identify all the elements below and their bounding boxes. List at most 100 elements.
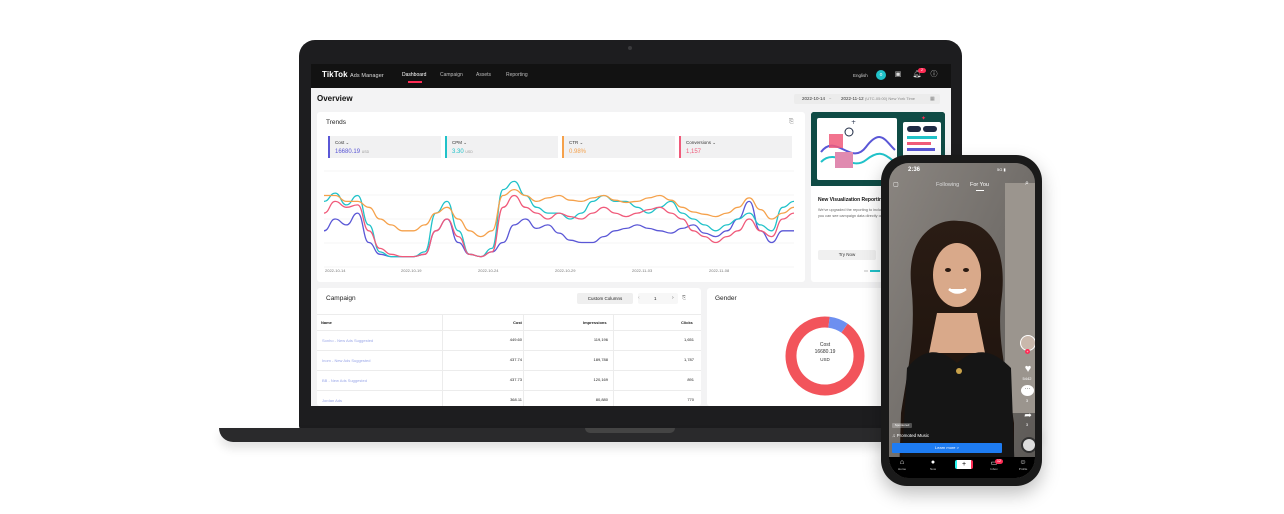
metric-conversions[interactable]: Conversions ⌄ 1,157: [679, 136, 792, 158]
search-icon[interactable]: ⌕: [1025, 180, 1029, 188]
cell-clicks: 770: [687, 397, 694, 402]
cell-impressions: 80,880: [595, 397, 608, 402]
campaign-card: [317, 288, 701, 406]
status-time: 2:36: [908, 167, 921, 173]
metric-label: CPM ⌄: [452, 140, 468, 145]
learn-more-button[interactable]: Learn more >: [892, 443, 1002, 453]
heart-icon[interactable]: ♥: [1020, 363, 1035, 375]
nav-home-label[interactable]: Home: [894, 467, 910, 471]
carousel-dot[interactable]: [864, 270, 868, 272]
avatar[interactable]: o: [876, 70, 886, 80]
comment-count: 3: [1025, 398, 1029, 403]
comment-icon[interactable]: ···: [1021, 385, 1034, 396]
date-start[interactable]: 2022-10-14: [802, 96, 825, 101]
tab-following[interactable]: Following: [936, 182, 959, 188]
briefcase-icon[interactable]: ▣: [893, 70, 903, 80]
campaign-name-link[interactable]: Inom - New Ads Suggested: [322, 358, 370, 363]
donut-center-value: 16680.19: [814, 349, 836, 355]
nav-inbox-label[interactable]: Inbox: [986, 467, 1002, 471]
music-disc-icon[interactable]: [1021, 437, 1035, 453]
tiktok-phone-screen: 2:36 5G ▮ ▢ Following For You ⌕ + ♥ 5442…: [889, 163, 1035, 478]
share-icon[interactable]: ➦: [1021, 410, 1035, 421]
date-end[interactable]: 2022-11-12: [841, 96, 864, 101]
follow-plus-icon[interactable]: +: [1025, 349, 1030, 354]
x-tick-label: 2022-10-14: [325, 268, 346, 273]
promo-title: New Visualization Reporting: [818, 197, 886, 203]
home-icon[interactable]: ⌂: [894, 459, 910, 466]
metric-value: 16680.19 USD: [335, 149, 370, 155]
metric-value: 0.98%: [569, 149, 587, 155]
ads-manager-screen: TikTok Ads Manager Dashboard Campaign As…: [311, 64, 951, 406]
timezone-label: (UTC-05:00) New York Time: [865, 96, 916, 101]
x-tick-label: 2022-10-29: [555, 268, 576, 273]
active-tab-indicator: [976, 190, 984, 191]
metric-color-bar: [328, 136, 330, 158]
cell-clicks: 891: [687, 377, 694, 382]
column-divider: [523, 314, 524, 406]
date-arrow-icon: ~: [829, 96, 832, 101]
sponsored-badge: Sponsored: [892, 423, 912, 428]
cell-cost: 368.11: [510, 397, 522, 402]
metric-color-bar: [562, 136, 564, 158]
donut-center-unit: USD: [820, 357, 830, 362]
column-header-cost[interactable]: Cost: [513, 320, 522, 325]
create-plus-icon[interactable]: +: [955, 460, 973, 469]
svg-text:+: +: [851, 119, 856, 126]
cell-cost: 449.60: [509, 337, 522, 342]
tab-assets[interactable]: Assets: [476, 72, 491, 78]
campaign-name-link[interactable]: BB - New Ads Suggested: [322, 378, 367, 383]
nav-profile-label[interactable]: Profile: [1015, 467, 1031, 471]
x-tick-label: 2022-10-24: [478, 268, 499, 273]
table-divider: [317, 350, 701, 351]
page-number[interactable]: 1: [654, 296, 657, 301]
next-page-icon[interactable]: ›: [672, 295, 674, 301]
music-label[interactable]: ♫ Promoted Music: [892, 433, 929, 438]
campaign-name-link[interactable]: Jordan Ads: [322, 398, 342, 403]
tiktok-logo[interactable]: TikTok Ads Manager: [322, 70, 384, 79]
page-title: Overview: [317, 94, 353, 103]
tab-for-you[interactable]: For You: [970, 182, 989, 188]
inbox-badge: 12: [995, 459, 1003, 464]
language-selector[interactable]: English: [853, 73, 868, 78]
x-tick-label: 2022-10-19: [401, 268, 422, 273]
share-count: 3: [1025, 422, 1029, 427]
table-divider: [317, 314, 701, 315]
custom-columns-button[interactable]: Custom Columns: [577, 293, 633, 304]
live-icon[interactable]: ▢: [893, 181, 899, 188]
svg-text:✦: ✦: [921, 115, 926, 122]
now-icon[interactable]: ●: [925, 459, 941, 466]
gender-donut-chart: [785, 316, 865, 396]
donut-segment: [785, 316, 865, 396]
export-icon[interactable]: ⎘: [682, 295, 686, 301]
column-header-clicks[interactable]: Clicks: [681, 320, 693, 325]
tab-campaign[interactable]: Campaign: [440, 72, 463, 78]
status-network: 5G ▮: [997, 167, 1006, 172]
metric-cost[interactable]: Cost ⌄ 16680.19 USD: [328, 136, 441, 158]
try-now-button[interactable]: Try Now: [818, 250, 876, 260]
donut-center-label: Cost: [819, 342, 831, 348]
trends-title: Trends: [326, 119, 346, 126]
profile-icon[interactable]: ☺: [1015, 459, 1031, 466]
cell-clicks: 1,787: [683, 357, 694, 362]
cell-impressions: 189,788: [593, 357, 608, 362]
table-divider: [317, 390, 701, 391]
prev-page-icon[interactable]: ‹: [638, 295, 640, 301]
tab-reporting[interactable]: Reporting: [506, 72, 528, 78]
column-header-impressions[interactable]: Impressions: [583, 320, 607, 325]
help-icon[interactable]: ⓘ: [929, 70, 939, 80]
column-header-name[interactable]: Name: [321, 320, 332, 325]
cell-cost: 437.73: [509, 377, 522, 382]
calendar-icon[interactable]: ▦: [930, 96, 935, 102]
export-icon[interactable]: ⎘: [789, 119, 794, 126]
laptop-notch: [585, 428, 675, 433]
column-divider: [442, 314, 443, 406]
campaign-name-link[interactable]: Sonho - New Ads Suggested: [322, 338, 373, 343]
series-line-cost: [324, 200, 794, 258]
metric-label: CTR ⌄: [569, 140, 584, 145]
metric-ctr[interactable]: CTR ⌄ 0.98%: [562, 136, 675, 158]
tab-dashboard[interactable]: Dashboard: [402, 72, 426, 78]
metric-cpm[interactable]: CPM ⌄ 3.30 USD: [445, 136, 558, 158]
nav-now-label[interactable]: Now: [925, 467, 941, 471]
carousel-dot-active[interactable]: [870, 270, 880, 272]
trend-line-chart: [324, 170, 794, 268]
